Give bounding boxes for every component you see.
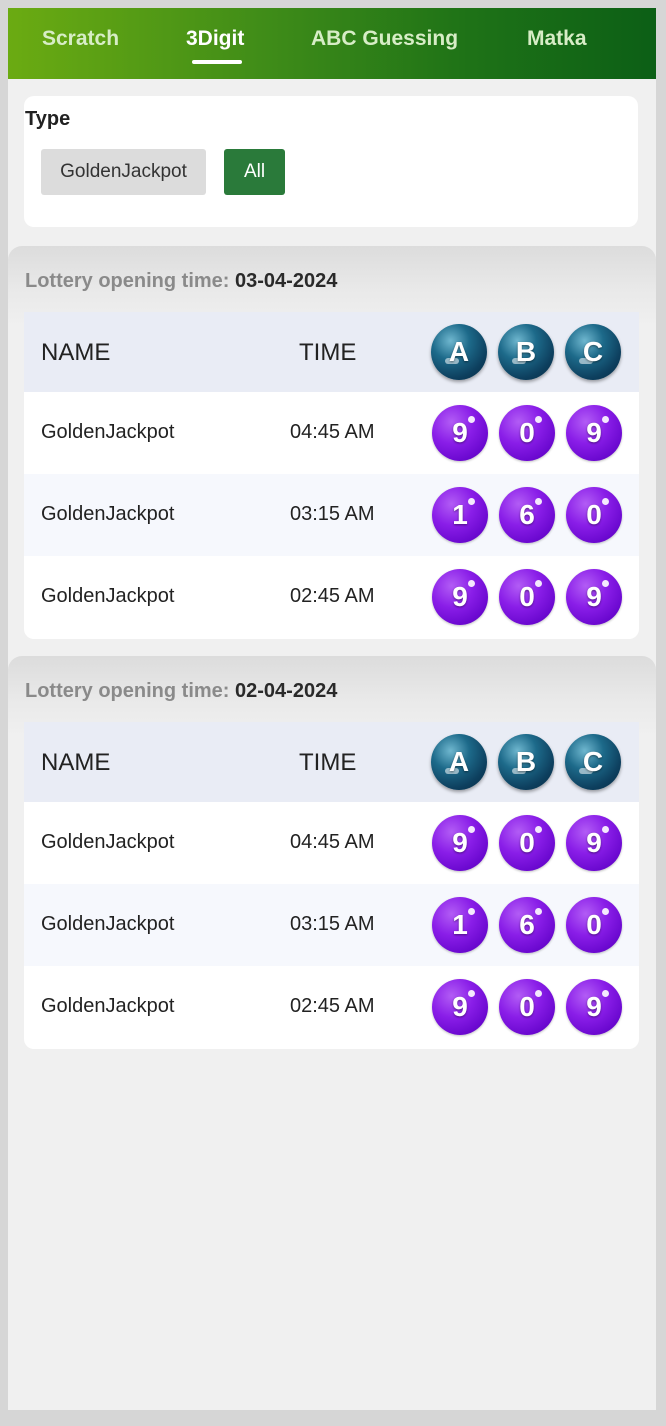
- header-name: NAME: [41, 339, 111, 366]
- table-row: GoldenJackpot 04:45 AM 9 0 9: [24, 802, 639, 884]
- results-section: Lottery opening time: 02-04-2024 NAME TI…: [8, 656, 656, 1056]
- section-title: Lottery opening time: 02-04-2024: [25, 680, 337, 703]
- digit-ball-c: 9: [566, 569, 622, 625]
- header-ball-b: B: [498, 734, 554, 790]
- header-ball-a: A: [431, 324, 487, 380]
- row-name: GoldenJackpot: [41, 585, 175, 607]
- opening-date: 03-04-2024: [235, 270, 338, 292]
- opening-date: 02-04-2024: [235, 680, 338, 702]
- header-ball-c: C: [565, 734, 621, 790]
- type-filter-title: Type: [25, 108, 71, 130]
- digit-ball-c: 9: [566, 405, 622, 461]
- header-ball-c: C: [565, 324, 621, 380]
- table-row: GoldenJackpot 02:45 AM 9 0 9: [24, 966, 639, 1048]
- opening-time-label: Lottery opening time:: [25, 680, 230, 702]
- digit-ball-b: 0: [499, 405, 555, 461]
- opening-time-label: Lottery opening time:: [25, 270, 230, 292]
- row-time: 03:15 AM: [290, 913, 375, 935]
- digit-ball-b: 0: [499, 815, 555, 871]
- table-row: GoldenJackpot 04:45 AM 9 0 9: [24, 392, 639, 474]
- digit-ball-c: 0: [566, 487, 622, 543]
- section-title: Lottery opening time: 03-04-2024: [25, 270, 337, 293]
- header-name: NAME: [41, 749, 111, 776]
- header-ball-a: A: [431, 734, 487, 790]
- digit-ball-a: 9: [432, 569, 488, 625]
- digit-ball-b: 0: [499, 979, 555, 1035]
- table-row: GoldenJackpot 03:15 AM 1 6 0: [24, 474, 639, 556]
- top-nav: Scratch 3Digit ABC Guessing Matka: [8, 8, 656, 79]
- row-time: 02:45 AM: [290, 995, 375, 1017]
- digit-ball-a: 9: [432, 979, 488, 1035]
- digit-ball-a: 1: [432, 897, 488, 953]
- header-time: TIME: [299, 749, 357, 776]
- digit-ball-c: 0: [566, 897, 622, 953]
- digit-ball-c: 9: [566, 979, 622, 1035]
- table-header: NAME TIME A B C: [24, 312, 639, 392]
- digit-ball-a: 1: [432, 487, 488, 543]
- app-frame: Scratch 3Digit ABC Guessing Matka Type G…: [8, 8, 656, 1410]
- row-name: GoldenJackpot: [41, 913, 175, 935]
- header-ball-b: B: [498, 324, 554, 380]
- digit-ball-a: 9: [432, 405, 488, 461]
- filter-goldenjackpot-button[interactable]: GoldenJackpot: [41, 149, 206, 195]
- tab-matka[interactable]: Matka: [527, 27, 587, 51]
- digit-ball-b: 0: [499, 569, 555, 625]
- row-time: 02:45 AM: [290, 585, 375, 607]
- results-table: NAME TIME A B C GoldenJackpot 04:45 AM 9…: [24, 312, 639, 639]
- row-name: GoldenJackpot: [41, 995, 175, 1017]
- digit-ball-a: 9: [432, 815, 488, 871]
- results-section: Lottery opening time: 03-04-2024 NAME TI…: [8, 246, 656, 646]
- row-time: 04:45 AM: [290, 831, 375, 853]
- tab-abc-guessing[interactable]: ABC Guessing: [311, 27, 458, 51]
- table-header: NAME TIME A B C: [24, 722, 639, 802]
- active-tab-indicator: [192, 60, 242, 64]
- results-table: NAME TIME A B C GoldenJackpot 04:45 AM 9…: [24, 722, 639, 1049]
- header-time: TIME: [299, 339, 357, 366]
- row-name: GoldenJackpot: [41, 503, 175, 525]
- digit-ball-b: 6: [499, 897, 555, 953]
- filter-all-button[interactable]: All: [224, 149, 285, 195]
- tab-scratch[interactable]: Scratch: [42, 27, 119, 51]
- digit-ball-b: 6: [499, 487, 555, 543]
- row-time: 03:15 AM: [290, 503, 375, 525]
- row-name: GoldenJackpot: [41, 831, 175, 853]
- row-time: 04:45 AM: [290, 421, 375, 443]
- table-row: GoldenJackpot 03:15 AM 1 6 0: [24, 884, 639, 966]
- row-name: GoldenJackpot: [41, 421, 175, 443]
- digit-ball-c: 9: [566, 815, 622, 871]
- table-row: GoldenJackpot 02:45 AM 9 0 9: [24, 556, 639, 638]
- tab-3digit[interactable]: 3Digit: [186, 27, 244, 51]
